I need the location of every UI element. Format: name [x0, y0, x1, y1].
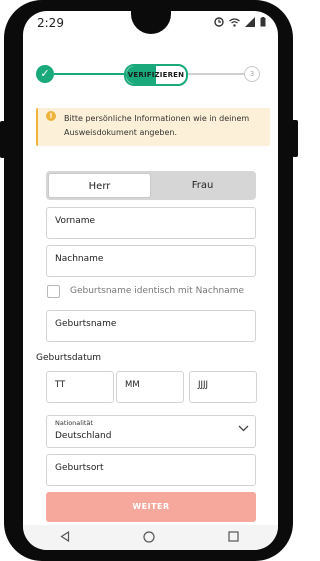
check-icon: ✓ [36, 65, 54, 83]
stepper-line-complete [54, 73, 126, 75]
birth-day-placeholder: TT [55, 380, 66, 390]
phone-power-button [292, 120, 298, 157]
gender-option-herr[interactable]: Herr [48, 173, 151, 198]
birth-name-placeholder: Geburtsname [55, 319, 117, 329]
recents-icon[interactable] [228, 531, 239, 542]
birth-month-placeholder: MM [125, 380, 140, 390]
battery-icon [260, 17, 266, 27]
gender-toggle: Herr Frau [46, 171, 256, 200]
info-alert: ! Bitte persönliche Informationen wie in… [36, 108, 270, 146]
last-name-placeholder: Nachname [55, 254, 104, 264]
nationality-select[interactable]: Nationalität Deutschland [46, 415, 256, 448]
status-icons [214, 17, 266, 27]
step-next-number: 3 [244, 66, 260, 82]
alarm-icon [214, 17, 224, 27]
chevron-down-icon [238, 425, 249, 432]
step-current-label: VERIFIZIEREN [127, 71, 185, 79]
home-icon[interactable] [143, 531, 155, 543]
progress-stepper: ✓ VERIFIZIEREN 3 [36, 64, 262, 86]
birthplace-placeholder: Geburtsort [55, 463, 104, 473]
gender-option-frau[interactable]: Frau [151, 173, 254, 198]
alert-text: Bitte persönliche Informationen wie in d… [64, 114, 250, 137]
first-name-field[interactable]: Vorname [46, 207, 256, 239]
birthdate-label: Geburtsdatum [36, 353, 102, 363]
wifi-icon [229, 17, 240, 27]
step-current: VERIFIZIEREN [124, 64, 188, 86]
signal-icon [245, 17, 255, 27]
status-time: 2:29 [37, 16, 64, 30]
stepper-line-pending [184, 73, 248, 75]
birth-month-field[interactable]: MM [116, 371, 184, 403]
status-bar: 2:29 [23, 11, 278, 37]
birth-name-same-label: Geburtsname identisch mit Nachname [70, 286, 244, 296]
continue-button[interactable]: WEITER [46, 492, 256, 522]
nationality-value: Deutschland [55, 431, 112, 441]
birthplace-field[interactable]: Geburtsort [46, 454, 256, 486]
birth-name-field[interactable]: Geburtsname [46, 310, 256, 342]
system-nav-bar [23, 525, 278, 550]
info-icon: ! [46, 111, 56, 121]
app-screen: 2:29 ✓ VERIFIZIEREN 3 ! Bitte persönlich… [23, 11, 278, 550]
birth-year-placeholder: JJJJ [198, 380, 209, 390]
birth-name-same-checkbox[interactable] [47, 285, 60, 298]
birth-year-field[interactable]: JJJJ [189, 371, 257, 403]
phone-volume-button [0, 121, 5, 158]
nationality-label: Nationalität [55, 419, 93, 427]
last-name-field[interactable]: Nachname [46, 245, 256, 277]
birth-day-field[interactable]: TT [46, 371, 114, 403]
first-name-placeholder: Vorname [55, 216, 96, 226]
back-icon[interactable] [60, 531, 70, 542]
camera-notch [131, 11, 171, 34]
